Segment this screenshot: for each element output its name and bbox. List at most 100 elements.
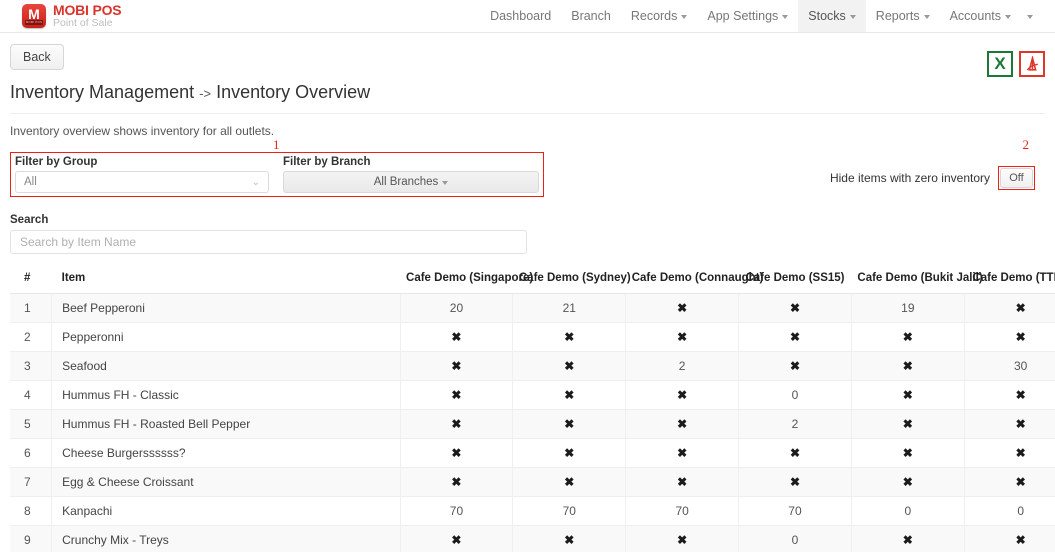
search-section: Search bbox=[10, 214, 1045, 254]
row-index: 1 bbox=[10, 293, 52, 323]
row-item-name: Beef Pepperoni bbox=[51, 293, 401, 323]
cell-not-tracked-icon: ✖ bbox=[399, 380, 513, 410]
nav-item-records[interactable]: Records bbox=[621, 0, 698, 32]
search-input[interactable] bbox=[10, 230, 527, 254]
cross-icon: ✖ bbox=[677, 417, 688, 431]
column-header-bukit-jalil[interactable]: Cafe Demo (Bukit Jalil) bbox=[851, 266, 983, 294]
nav-item-accounts[interactable]: Accounts bbox=[940, 0, 1021, 32]
cross-icon: ✖ bbox=[451, 388, 462, 402]
page-title: Inventory Management -> Inventory Overvi… bbox=[10, 82, 1045, 103]
top-navbar: M MOBI POS MOBI POS Point of Sale Dashbo… bbox=[0, 0, 1055, 33]
cell-not-tracked-icon: ✖ bbox=[399, 351, 513, 381]
zero-inventory-toggle[interactable]: Off bbox=[1000, 168, 1033, 188]
cell-not-tracked-icon: ✖ bbox=[850, 467, 965, 497]
nav-label: Records bbox=[630, 9, 678, 23]
cell-not-tracked-icon: ✖ bbox=[625, 438, 739, 468]
cross-icon: ✖ bbox=[451, 417, 462, 431]
table-row[interactable]: 7Egg & Cheese Croissant✖✖✖✖✖✖-5 bbox=[10, 467, 1055, 497]
cell-not-tracked-icon: ✖ bbox=[399, 467, 513, 497]
cross-icon: ✖ bbox=[1015, 533, 1026, 547]
page-title-main: Inventory Management bbox=[10, 82, 195, 102]
cross-icon: ✖ bbox=[451, 446, 462, 460]
filter-group-select[interactable]: All ⌄ bbox=[15, 171, 270, 193]
cross-icon: ✖ bbox=[789, 359, 801, 373]
row-item-name: Hummus FH - Roasted Bell Pepper bbox=[51, 409, 401, 439]
cell-quantity: 0 bbox=[850, 496, 965, 526]
nav-item-dashboard[interactable]: Dashboard bbox=[480, 0, 561, 32]
cross-icon: ✖ bbox=[1015, 330, 1026, 344]
row-item-name: Cheese Burgerssssss? bbox=[51, 438, 401, 468]
cross-icon: ✖ bbox=[677, 446, 688, 460]
inventory-table: # Item Cafe Demo (Singapore) Cafe Demo (… bbox=[10, 266, 1055, 552]
row-item-name: Kanpachi bbox=[51, 496, 401, 526]
row-item-name: Pepperonni bbox=[51, 322, 401, 352]
chevron-down-icon: ⌄ bbox=[251, 176, 261, 188]
nav-item-app-settings[interactable]: App Settings bbox=[697, 0, 798, 32]
cell-quantity: 70 bbox=[512, 496, 626, 526]
nav-item-reports[interactable]: Reports bbox=[866, 0, 940, 32]
cell-quantity: 2 bbox=[738, 409, 852, 439]
cell-not-tracked-icon: ✖ bbox=[850, 322, 965, 352]
cross-icon: ✖ bbox=[677, 475, 688, 489]
table-row[interactable]: 3Seafood✖✖2✖✖30-50 bbox=[10, 351, 1055, 381]
column-header-sydney[interactable]: Cafe Demo (Sydney) bbox=[512, 266, 631, 294]
chevron-down-icon bbox=[782, 15, 789, 19]
row-item-name: Egg & Cheese Croissant bbox=[51, 467, 401, 497]
nav-item-branch[interactable]: Branch bbox=[561, 0, 621, 32]
filter-branch-dropdown[interactable]: All Branches bbox=[283, 171, 539, 193]
cell-not-tracked-icon: ✖ bbox=[963, 438, 1055, 468]
export-excel-icon[interactable]: X bbox=[987, 51, 1013, 77]
export-pdf-icon[interactable] bbox=[1019, 51, 1045, 77]
column-header-connaught[interactable]: Cafe Demo (Connaught) bbox=[625, 266, 763, 294]
table-row[interactable]: 6Cheese Burgerssssss?✖✖✖✖✖✖117 bbox=[10, 438, 1055, 468]
nav-label: Stocks bbox=[808, 9, 846, 23]
table-row[interactable]: 8Kanpachi70707070000 bbox=[10, 496, 1055, 526]
column-header-index[interactable]: # bbox=[10, 266, 52, 294]
nav-item-stocks[interactable]: Stocks bbox=[798, 0, 866, 32]
cell-not-tracked-icon: ✖ bbox=[512, 409, 626, 439]
cell-not-tracked-icon: ✖ bbox=[850, 409, 965, 439]
cross-icon: ✖ bbox=[677, 533, 688, 547]
table-row[interactable]: 5Hummus FH - Roasted Bell Pepper✖✖✖2✖✖✖ bbox=[10, 409, 1055, 439]
cross-icon: ✖ bbox=[1015, 388, 1026, 402]
row-item-name: Seafood bbox=[51, 351, 401, 381]
filters-highlight-box: Filter by Group All ⌄ Filter by Branch A… bbox=[10, 152, 544, 197]
cell-not-tracked-icon: ✖ bbox=[625, 293, 739, 323]
table-row[interactable]: 2Pepperonni✖✖✖✖✖✖-140 bbox=[10, 322, 1055, 352]
column-header-item[interactable]: Item bbox=[51, 266, 401, 294]
cross-icon: ✖ bbox=[1015, 417, 1026, 431]
cross-icon: ✖ bbox=[789, 330, 801, 344]
nav-label: Branch bbox=[571, 9, 611, 23]
cross-icon: ✖ bbox=[564, 330, 575, 344]
cross-icon: ✖ bbox=[451, 533, 462, 547]
column-header-ss15[interactable]: Cafe Demo (SS15) bbox=[738, 266, 852, 294]
filter-group-value: All bbox=[24, 176, 37, 188]
brand-logo[interactable]: M MOBI POS MOBI POS Point of Sale bbox=[0, 0, 122, 32]
column-header-ttdi[interactable]: Cafe Demo (TTDI) bbox=[964, 266, 1055, 294]
table-row[interactable]: 4Hummus FH - Classic✖✖✖0✖✖✖ bbox=[10, 380, 1055, 410]
page-description: Inventory overview shows inventory for a… bbox=[10, 124, 275, 138]
cell-not-tracked-icon: ✖ bbox=[512, 467, 626, 497]
cross-icon: ✖ bbox=[789, 301, 801, 315]
cross-icon: ✖ bbox=[902, 330, 913, 344]
nav-item-user-menu[interactable] bbox=[1021, 0, 1047, 32]
cross-icon: ✖ bbox=[677, 388, 688, 402]
table-header-row: # Item Cafe Demo (Singapore) Cafe Demo (… bbox=[10, 266, 1055, 294]
page-content: X Back Inventory Management -> Inventory… bbox=[0, 33, 1055, 552]
column-header-singapore[interactable]: Cafe Demo (Singapore) bbox=[400, 266, 533, 294]
chevron-down-icon bbox=[681, 15, 688, 19]
table-row[interactable]: 9Crunchy Mix - Treys✖✖✖0✖✖✖ bbox=[10, 525, 1055, 552]
logo-plate-text: MOBI POS bbox=[25, 20, 43, 25]
cell-quantity: 70 bbox=[399, 496, 513, 526]
cell-not-tracked-icon: ✖ bbox=[625, 467, 739, 497]
cross-icon: ✖ bbox=[564, 446, 575, 460]
table-body: 1Beef Pepperoni2021✖✖19✖✖2Pepperonni✖✖✖✖… bbox=[10, 293, 1055, 552]
back-button[interactable]: Back bbox=[10, 44, 64, 70]
nav-label: Reports bbox=[875, 9, 920, 23]
mobi-pos-logo-icon: M MOBI POS bbox=[22, 4, 46, 28]
page-title-arrow: -> bbox=[199, 86, 212, 101]
cell-quantity: 30 bbox=[963, 351, 1055, 381]
cross-icon: ✖ bbox=[902, 533, 913, 547]
table-row[interactable]: 1Beef Pepperoni2021✖✖19✖✖ bbox=[10, 293, 1055, 323]
chevron-down-icon bbox=[849, 15, 856, 19]
